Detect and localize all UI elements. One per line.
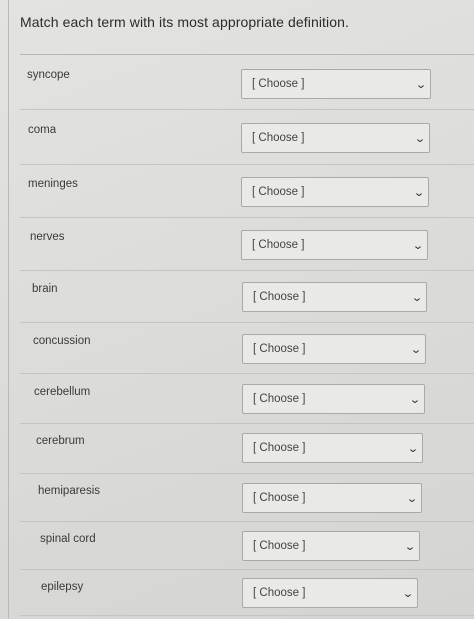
match-row: nerves [ Choose ] ⌄ <box>20 218 474 271</box>
definition-select[interactable]: [ Choose ] ⌄ <box>242 578 418 608</box>
chevron-down-icon: ⌄ <box>404 540 416 553</box>
question-title: Match each term with its most appropriat… <box>20 14 350 30</box>
chevron-down-icon: ⌄ <box>411 291 423 304</box>
chevron-down-icon: ⌄ <box>415 78 427 91</box>
match-row: concussion [ Choose ] ⌄ <box>20 323 474 374</box>
select-value: [ Choose ] <box>253 343 306 355</box>
chevron-down-icon: ⌄ <box>410 343 422 356</box>
select-value: [ Choose ] <box>252 239 305 251</box>
select-value: [ Choose ] <box>252 186 305 198</box>
quiz-page: Match each term with its most appropriat… <box>0 0 474 619</box>
term-label: cerebellum <box>34 386 91 398</box>
match-row: epilepsy [ Choose ] ⌄ <box>20 570 474 616</box>
select-value: [ Choose ] <box>253 442 306 454</box>
term-label: syncope <box>27 69 70 81</box>
term-label: hemiparesis <box>38 485 100 497</box>
term-label: brain <box>32 283 58 295</box>
chevron-down-icon: ⌄ <box>402 587 414 600</box>
term-label: meninges <box>28 178 78 190</box>
match-row: meninges [ Choose ] ⌄ <box>20 165 474 218</box>
chevron-down-icon: ⌄ <box>406 492 418 505</box>
match-row: cerebellum [ Choose ] ⌄ <box>20 374 474 424</box>
select-value: [ Choose ] <box>253 540 306 552</box>
select-value: [ Choose ] <box>253 492 306 504</box>
match-row: hemiparesis [ Choose ] ⌄ <box>20 474 474 522</box>
select-value: [ Choose ] <box>252 78 305 90</box>
chevron-down-icon: ⌄ <box>409 393 421 406</box>
match-row: cerebrum [ Choose ] ⌄ <box>20 424 474 474</box>
chevron-down-icon: ⌄ <box>414 132 426 145</box>
term-label: concussion <box>33 335 91 347</box>
definition-select[interactable]: [ Choose ] ⌄ <box>242 282 427 312</box>
term-label: epilepsy <box>41 581 84 593</box>
term-label: nerves <box>30 231 65 243</box>
definition-select[interactable]: [ Choose ] ⌄ <box>241 123 430 153</box>
select-value: [ Choose ] <box>252 132 305 144</box>
select-value: [ Choose ] <box>253 587 306 599</box>
chevron-down-icon: ⌄ <box>413 186 425 199</box>
term-label: cerebrum <box>36 435 85 447</box>
select-value: [ Choose ] <box>253 291 306 303</box>
definition-select[interactable]: [ Choose ] ⌄ <box>242 334 426 364</box>
definition-select[interactable]: [ Choose ] ⌄ <box>242 433 423 463</box>
select-value: [ Choose ] <box>253 393 306 405</box>
match-row: brain [ Choose ] ⌄ <box>20 271 474 323</box>
definition-select[interactable]: [ Choose ] ⌄ <box>241 177 429 207</box>
left-border <box>8 0 9 619</box>
match-row: syncope [ Choose ] ⌄ <box>20 55 474 110</box>
term-label: coma <box>28 124 57 136</box>
chevron-down-icon: ⌄ <box>407 442 419 455</box>
definition-select[interactable]: [ Choose ] ⌄ <box>241 230 428 260</box>
definition-select[interactable]: [ Choose ] ⌄ <box>242 531 420 561</box>
match-row: coma [ Choose ] ⌄ <box>20 110 474 165</box>
match-row: spinal cord [ Choose ] ⌄ <box>20 522 474 570</box>
term-label: spinal cord <box>40 533 96 545</box>
definition-select[interactable]: [ Choose ] ⌄ <box>241 69 431 99</box>
definition-select[interactable]: [ Choose ] ⌄ <box>242 483 422 513</box>
definition-select[interactable]: [ Choose ] ⌄ <box>242 384 425 414</box>
chevron-down-icon: ⌄ <box>412 239 424 252</box>
